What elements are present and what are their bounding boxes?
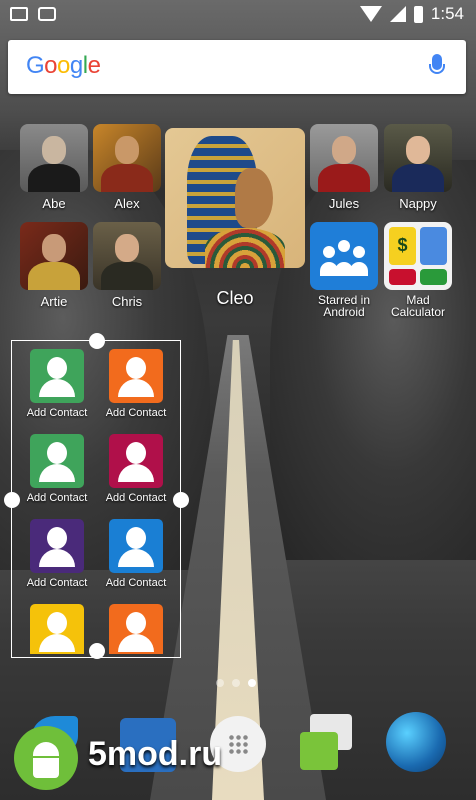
app-chris[interactable]: Chris xyxy=(91,222,163,309)
contact-slot-6[interactable]: Add Contact xyxy=(95,519,177,589)
contact-slot-3[interactable]: Add Contact xyxy=(16,434,98,504)
cup-icon xyxy=(389,268,416,285)
messaging-icon[interactable] xyxy=(298,712,358,772)
gmail-icon xyxy=(10,7,28,21)
contact-slot-2[interactable]: Add Contact xyxy=(95,349,177,419)
app-alex[interactable]: Alex xyxy=(91,124,163,211)
wifi-icon xyxy=(359,6,382,22)
app-jules[interactable]: Jules xyxy=(308,124,380,211)
contact-slot-1[interactable]: Add Contact xyxy=(16,349,98,419)
group-people-icon xyxy=(320,240,368,276)
contact-slot-7[interactable] xyxy=(16,604,98,654)
page-dot xyxy=(232,679,240,687)
watermark-text: 5mod.ru xyxy=(88,735,223,773)
contacts-widget[interactable]: Add Contact Add Contact Add Contact Add … xyxy=(4,333,189,659)
app-starred-in-android[interactable]: Starred in Android xyxy=(308,222,380,318)
page-dot-active xyxy=(248,679,256,687)
page-dot xyxy=(216,679,224,687)
briefcase-icon xyxy=(38,7,56,21)
app-cleo[interactable]: Cleo xyxy=(165,128,305,309)
resize-handle-top[interactable] xyxy=(89,333,105,349)
contact-slot-5[interactable]: Add Contact xyxy=(16,519,98,589)
contact-slot-4[interactable]: Add Contact xyxy=(95,434,177,504)
dollar-icon: $ xyxy=(389,227,416,265)
android-icon xyxy=(14,726,78,790)
app-mad-calculator[interactable]: $ Mad Calculator xyxy=(382,222,454,318)
page-indicator xyxy=(216,679,256,687)
app-nappy[interactable]: Nappy xyxy=(382,124,454,211)
mic-stand xyxy=(429,64,445,74)
contact-slot-8[interactable] xyxy=(95,604,177,654)
battery-icon xyxy=(413,5,423,23)
calculator-icon xyxy=(420,227,447,265)
google-logo: Google xyxy=(26,52,101,79)
browser-globe-icon[interactable] xyxy=(386,712,446,772)
app-artie[interactable]: Artie xyxy=(18,222,90,309)
status-bar: 1:54 xyxy=(0,0,476,32)
status-time: 1:54 xyxy=(430,4,464,23)
money-icon xyxy=(420,268,447,285)
app-abe[interactable]: Abe xyxy=(18,124,90,211)
signal-icon xyxy=(389,6,406,22)
google-search-bar[interactable]: Google xyxy=(8,40,466,94)
